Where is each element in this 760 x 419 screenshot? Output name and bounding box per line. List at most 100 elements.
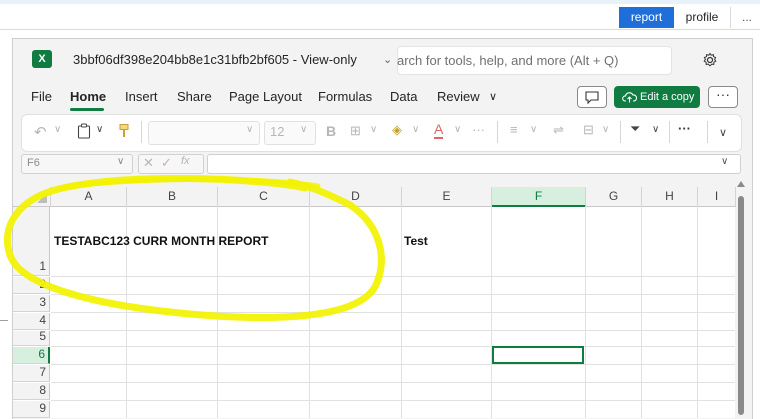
align-chevron-icon[interactable]: ∨ [530,124,537,135]
format-painter-icon[interactable] [118,123,130,139]
cloud-upload-icon [622,92,637,103]
column-header-c[interactable]: C [218,187,310,207]
merge-icon[interactable]: ⊟ [583,122,594,138]
row-header-3[interactable]: 3 [13,295,50,312]
borders-icon[interactable]: ⊞ [350,123,361,139]
edit-a-copy-button[interactable]: Edit a copy [614,86,700,108]
menu-insert[interactable]: Insert [125,89,158,104]
menu-more-chevron-icon[interactable]: ∨ [489,90,497,103]
font-name-select[interactable] [148,121,260,145]
ribbon-separator [141,121,142,143]
row-header-1[interactable]: 1 [13,207,50,276]
borders-chevron-icon[interactable]: ∨ [370,124,377,135]
column-header-e[interactable]: E [402,187,492,207]
file-name: 3bbf06df398e204bb8e1c31bfb2bf605 [73,52,290,67]
formula-input[interactable] [207,154,741,174]
check-icon[interactable]: ✓ [161,155,172,171]
row-number: 8 [39,383,46,397]
undo-chevron-icon[interactable]: ∨ [54,124,61,135]
row-header-8[interactable]: 8 [13,383,50,400]
comment-button[interactable] [577,86,607,108]
cell-a1[interactable]: TESTABC123 CURR MONTH REPORT [54,234,268,248]
undo-icon[interactable]: ↶ [34,123,47,141]
cell-e1[interactable]: Test [404,234,428,248]
ribbon-more-icon[interactable]: ··· [678,121,691,136]
gear-icon[interactable] [702,52,718,68]
font-size-chevron-icon[interactable]: ∨ [300,124,307,135]
column-header-g[interactable]: G [586,187,642,207]
wrap-text-icon[interactable]: ⇌ [553,122,564,138]
ribbon-separator [620,121,621,143]
formula-expand-icon[interactable]: ∨ [721,156,728,167]
column-header-a[interactable]: A [51,187,127,207]
row-number: 9 [39,401,46,415]
row-header-6[interactable]: 6 [13,347,50,364]
tab-report[interactable]: report [619,7,674,28]
tab-profile[interactable]: profile [676,7,728,28]
menu-data[interactable]: Data [390,89,417,104]
font-chevron-icon[interactable]: ∨ [246,124,253,135]
row-number: 6 [38,347,45,361]
gridline [51,382,735,383]
search-placeholder: arch for tools, help, and more (Alt + Q) [397,53,619,68]
cancel-icon[interactable]: ✕ [143,155,154,171]
paste-icon[interactable] [77,123,91,139]
fill-color-icon[interactable]: ◈ [392,122,402,138]
font-color-icon[interactable]: A [434,121,444,139]
row-number: 2 [39,277,46,291]
row-number: 1 [39,259,46,273]
column-header-d[interactable]: D [310,187,402,207]
row-number: 5 [39,329,46,343]
paste-chevron-icon[interactable]: ∨ [96,124,103,135]
tab-more[interactable]: ... [736,7,758,28]
title-separator: - [292,52,301,67]
name-box-chevron-icon[interactable]: ∨ [117,156,124,167]
row-header-5[interactable]: 5 [13,329,50,346]
more-options-button[interactable]: ··· [708,86,738,108]
fill-chevron-icon[interactable]: ∨ [412,124,419,135]
active-tab-indicator [70,108,104,111]
menu-share[interactable]: Share [177,89,212,104]
column-header-h[interactable]: H [642,187,698,207]
gridline [51,312,735,313]
row-number: 7 [39,365,46,379]
document-title[interactable]: 3bbf06df398e204bb8e1c31bfb2bf605 - View-… [73,52,357,67]
font-color-chevron-icon[interactable]: ∨ [454,124,461,135]
scrollbar-thumb[interactable] [738,196,744,415]
font-size-value: 12 [270,124,285,139]
ribbon-expand-icon[interactable]: ∨ [719,126,727,139]
menu-review[interactable]: Review [437,89,480,104]
row-header-7[interactable]: 7 [13,365,50,382]
edit-a-copy-label: Edit a copy [640,91,695,103]
column-header-b[interactable]: B [127,187,218,207]
row-header-9[interactable]: 9 [13,401,50,418]
menu-home[interactable]: Home [70,89,106,104]
sheet-grid[interactable] [13,187,735,418]
name-box-value: F6 [27,157,40,169]
gridline [51,294,735,295]
gridline [51,330,735,331]
more-font-icon[interactable]: ··· [472,122,485,137]
scroll-up-arrow-icon[interactable] [737,181,745,187]
chevron-down-icon[interactable]: ⌄ [383,53,392,66]
merge-chevron-icon[interactable]: ∨ [602,124,609,135]
menu-page-layout[interactable]: Page Layout [229,89,302,104]
row-header-2[interactable]: 2 [13,277,50,294]
select-all-corner[interactable] [13,187,51,207]
fx-icon[interactable]: fx [181,155,190,167]
bold-icon[interactable]: B [326,123,336,139]
host-tab-bar: report profile ... [0,4,760,30]
row-number: 3 [39,295,46,309]
mode-label: View-only [300,52,357,67]
column-header-f[interactable]: F [492,187,586,207]
sort-chevron-icon[interactable]: ∨ [652,124,659,135]
column-header-i[interactable]: I [698,187,736,207]
menu-file[interactable]: File [31,89,52,104]
active-cell-f6[interactable] [492,346,584,364]
sort-filter-icon[interactable]: ⏷ [630,121,640,137]
row-number: 4 [39,313,46,327]
gridline [51,276,735,277]
align-icon[interactable]: ≡ [510,122,518,137]
menu-formulas[interactable]: Formulas [318,89,372,104]
row-header-4[interactable]: 4 [13,313,50,330]
